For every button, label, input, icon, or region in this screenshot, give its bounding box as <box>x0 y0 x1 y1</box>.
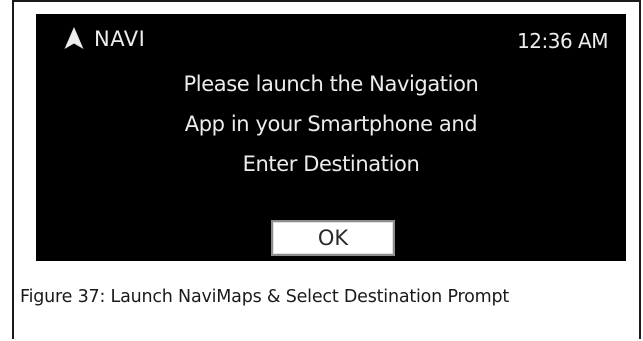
ok-button[interactable]: OK <box>271 220 395 256</box>
message-line: Please launch the Navigation <box>183 72 479 96</box>
navigation-arrow-icon <box>64 27 84 49</box>
navigation-screen: NAVI 12:36 AM Please launch the Navigati… <box>36 14 626 261</box>
status-bar: NAVI 12:36 AM <box>36 14 626 66</box>
figure-caption: Figure 37: Launch NaviMaps & Select Dest… <box>20 287 510 307</box>
clock: 12:36 AM <box>517 29 608 53</box>
message-line: Enter Destination <box>242 152 420 176</box>
message-line: App in your Smartphone and <box>184 112 478 136</box>
prompt-message: Please launch the Navigation App in your… <box>36 64 626 184</box>
app-title: NAVI <box>94 27 146 51</box>
